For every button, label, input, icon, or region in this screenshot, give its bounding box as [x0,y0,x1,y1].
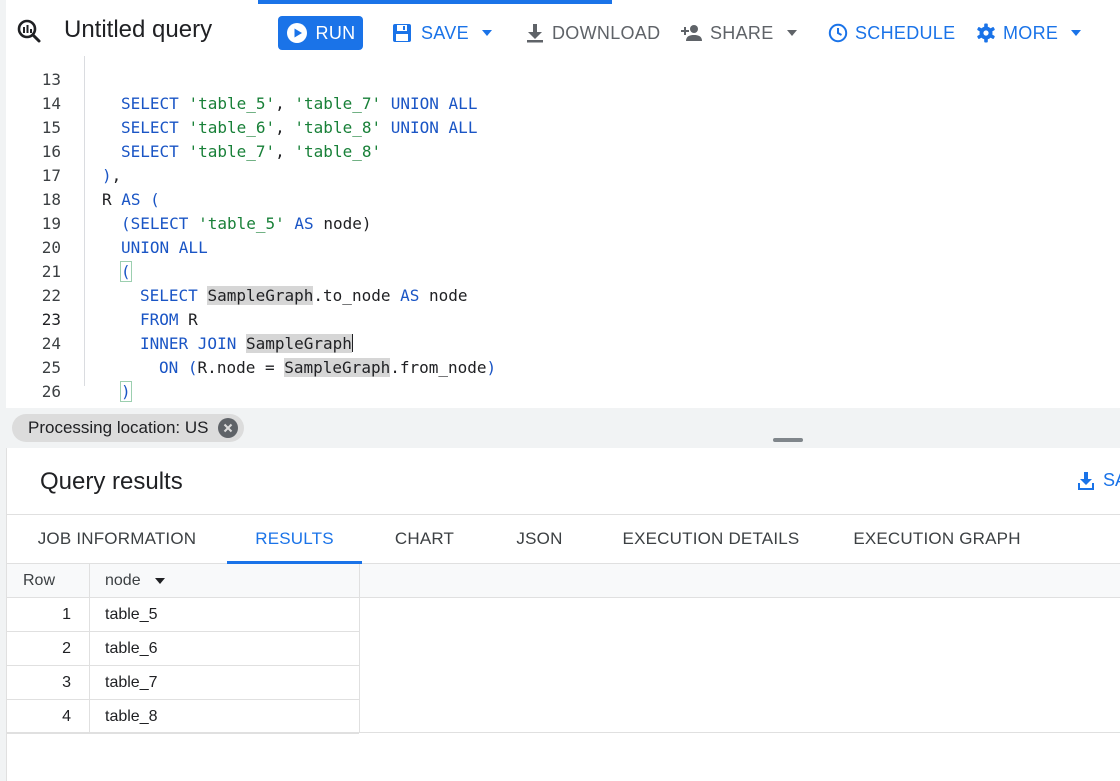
node-cell[interactable]: table_7 [105,674,158,692]
tab-job-information[interactable]: JOB INFORMATION [27,515,207,564]
sort-arrow-icon[interactable] [154,578,165,584]
code-line[interactable]: 14 SELECT 'table_6', 'table_8' UNION ALL [6,68,1120,137]
share-button[interactable]: SHARE [680,16,798,50]
chevron-down-icon [481,30,492,36]
query-icon [17,19,41,43]
table-row[interactable]: 4 table_8 [7,700,359,734]
table-header: Row node [7,564,1120,598]
table-bottom-border [7,732,1120,733]
code-line[interactable]: 20 ( [6,212,1120,282]
column-header-row: Row [23,572,56,589]
processing-location-chip[interactable]: Processing location: US [12,414,245,442]
play-icon [286,23,307,43]
run-label: RUN [315,22,356,43]
run-button[interactable]: RUN [278,16,363,50]
query-toolbar: Untitled query RUN SAVE DOWNLOAD SHARE S… [0,0,1120,64]
results-title: Query results [40,468,183,495]
node-cell[interactable]: table_6 [105,640,158,658]
row-number: 2 [62,640,71,657]
code-line[interactable]: 15 SELECT 'table_7', 'table_8' [6,92,1120,161]
schedule-label: SCHEDULE [855,22,956,43]
code-line[interactable]: 22 FROM R [6,260,1120,329]
query-results-panel: Query results SA JOB INFORMATION RESULTS… [6,448,1120,781]
tab-chart[interactable]: CHART [377,515,472,564]
save-results-label: SA [1103,470,1120,490]
processing-location-label: Processing location: US [28,418,209,437]
resize-handle[interactable] [773,438,803,442]
code-line[interactable]: 27 SELECT DISTINCT node FROM R ORDER BY … [6,380,1120,408]
query-title[interactable]: Untitled query [64,16,212,44]
row-number: 1 [62,606,71,623]
node-cell[interactable]: table_5 [105,606,158,624]
toolbar-accent-bar [258,0,612,4]
code-line[interactable]: 26 ) [6,356,1120,408]
column-header-node[interactable]: node [105,572,165,590]
save-label: SAVE [421,22,469,43]
more-button[interactable]: MORE [976,16,1082,50]
editor-status-bar: Processing location: US [0,408,1120,448]
tab-results[interactable]: RESULTS [227,515,362,564]
code-line-active[interactable]: 23 INNER JOIN SampleGraph [6,284,1120,353]
download-label: DOWNLOAD [552,22,661,43]
save-button[interactable]: SAVE [392,16,493,50]
table-row[interactable]: 2 table_6 [7,632,359,666]
download-icon [527,24,543,43]
clock-icon [828,23,848,43]
more-label: MORE [1003,22,1059,43]
download-icon [1078,471,1094,490]
code-line[interactable]: 21 SELECT SampleGraph.to_node AS node [6,236,1120,305]
row-number: 3 [62,674,71,691]
row-number: 4 [62,708,71,725]
add-person-icon [681,25,702,41]
save-icon [393,24,411,42]
code-line[interactable]: 18 (SELECT 'table_5' AS node) [6,164,1120,233]
schedule-button[interactable]: SCHEDULE [828,16,955,50]
close-icon[interactable] [218,418,239,438]
code-line[interactable]: 19 UNION ALL [6,188,1120,257]
code-line[interactable]: 24 ON (R.node = SampleGraph.from_node) [6,308,1120,377]
sql-editor[interactable]: 13 SELECT 'table_5', 'table_7' UNION ALL… [6,56,1120,408]
download-button[interactable]: DOWNLOAD [526,16,660,50]
tab-execution-details[interactable]: EXECUTION DETAILS [611,515,811,564]
gear-icon [977,23,995,43]
column-divider [359,564,360,732]
code-line[interactable]: 16 ), [6,116,1120,185]
column-header-node-label: node [105,572,141,589]
share-label: SHARE [710,22,774,43]
node-cell[interactable]: table_8 [105,708,158,726]
tab-json[interactable]: JSON [497,515,582,564]
save-results-button[interactable]: SA [1077,470,1120,491]
column-divider [89,564,90,732]
chevron-down-icon [1071,30,1082,36]
code-line[interactable]: 13 SELECT 'table_5', 'table_7' UNION ALL [6,56,1120,113]
table-row[interactable]: 3 table_7 [7,666,359,700]
chevron-down-icon [786,30,797,36]
code-line[interactable]: 25 ) [6,332,1120,402]
results-tabs: JOB INFORMATION RESULTS CHART JSON EXECU… [7,514,1120,564]
table-row[interactable]: 1 table_5 [7,598,359,632]
left-edge-strip [0,0,6,781]
tab-execution-graph[interactable]: EXECUTION GRAPH [841,515,1033,564]
code-line[interactable]: 17 R AS ( [6,140,1120,209]
